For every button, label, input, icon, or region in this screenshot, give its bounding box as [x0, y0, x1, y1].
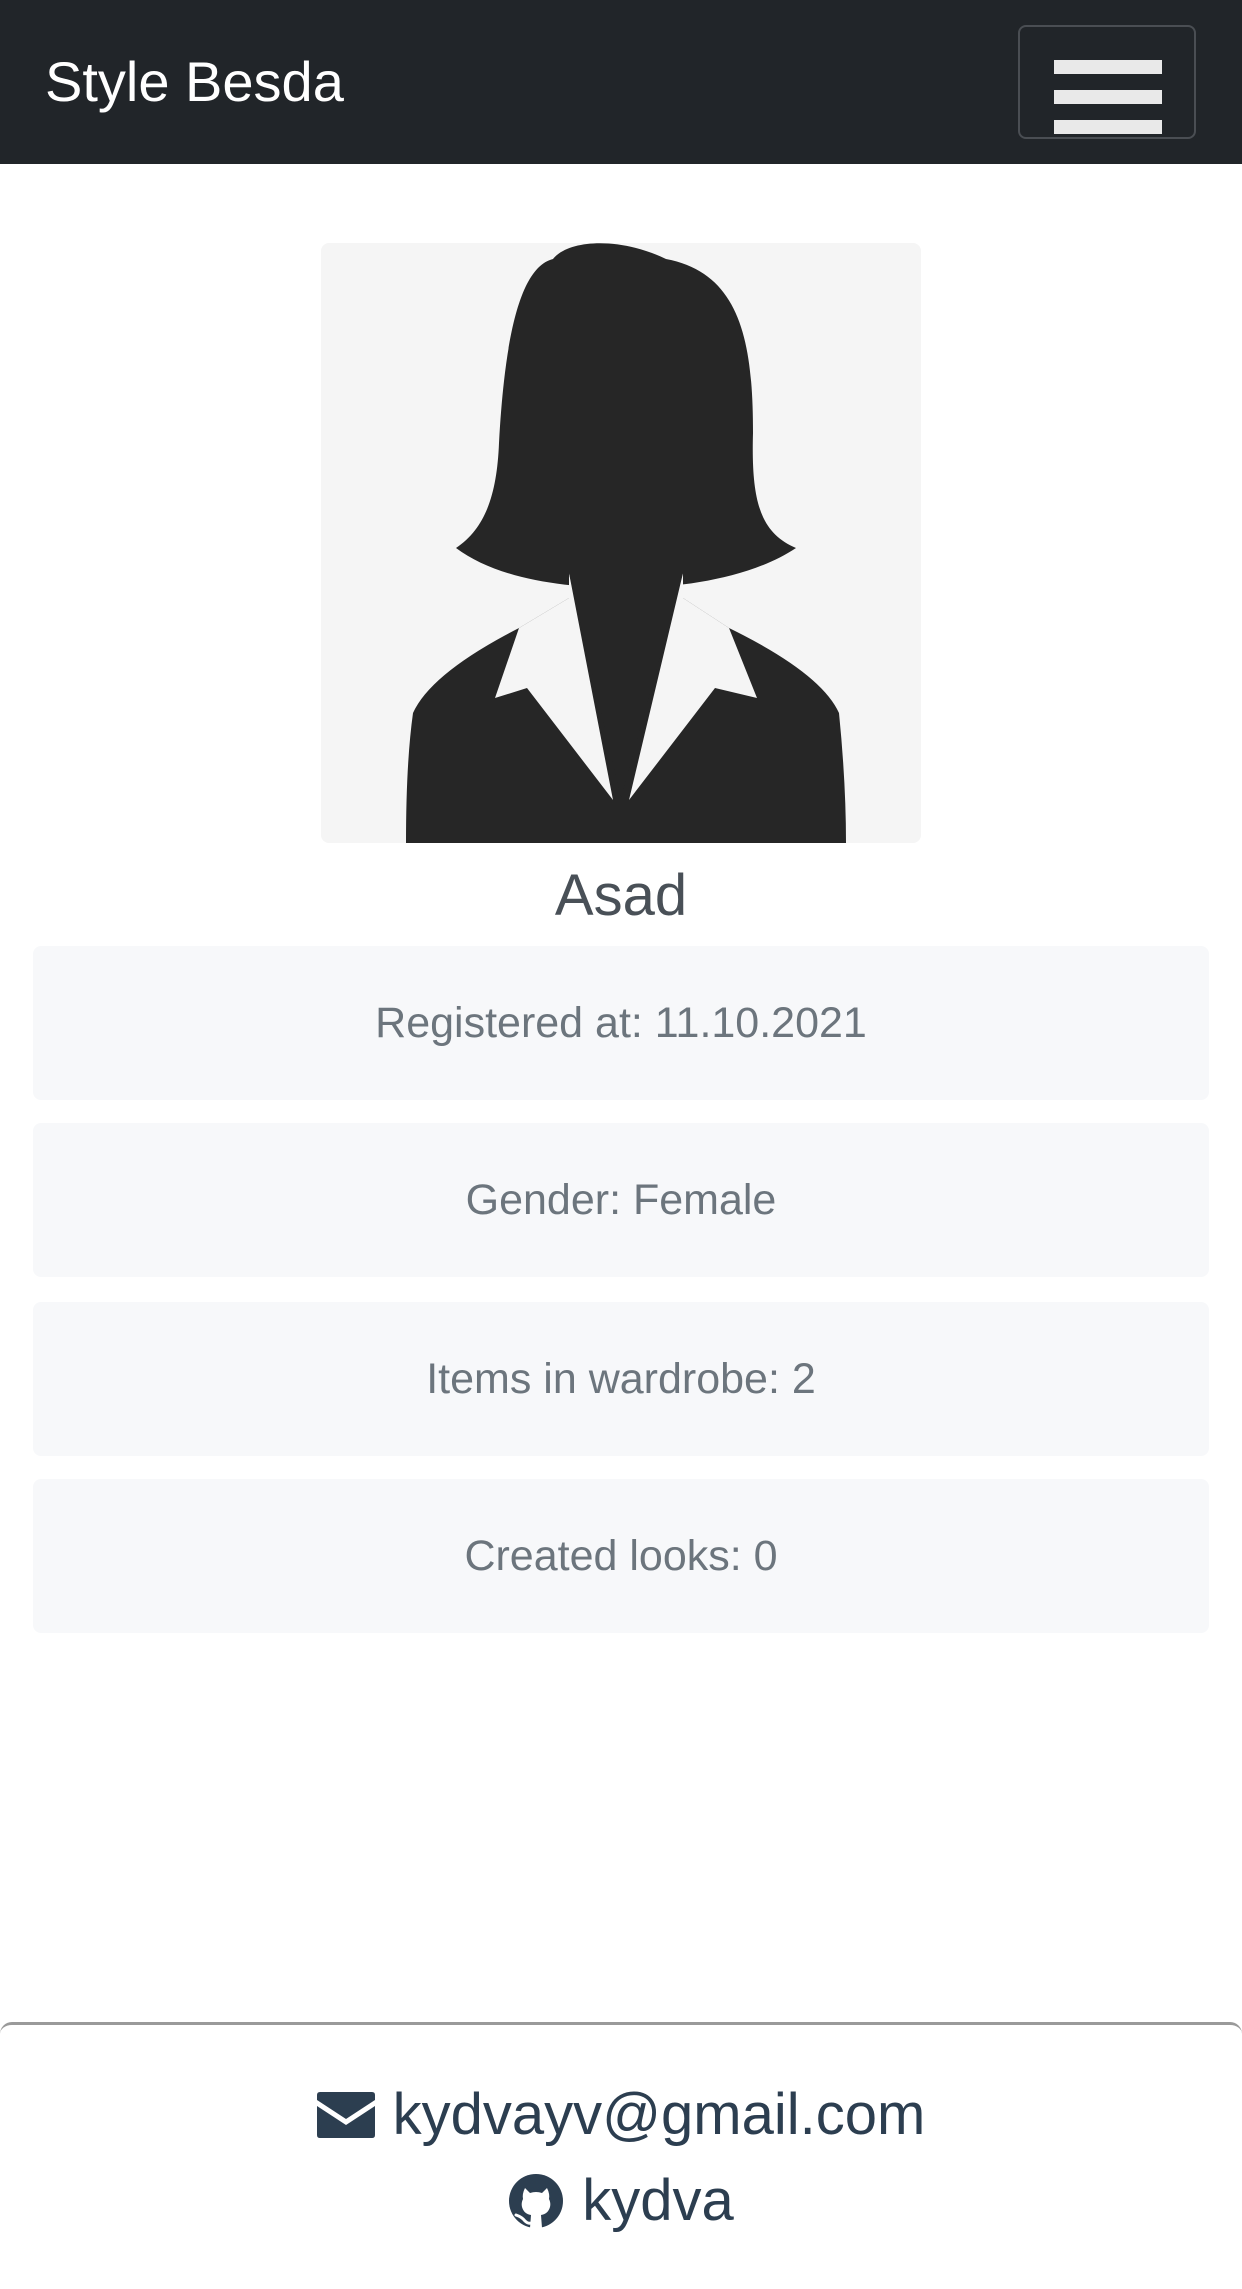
gender-text: Gender: Female [465, 1175, 777, 1224]
envelope-icon [316, 2092, 375, 2138]
navbar: Style Besda [0, 0, 1242, 164]
registered-text: Registered at: 11.10.2021 [375, 998, 867, 1047]
profile-name: Asad [554, 863, 688, 928]
github-link[interactable]: kydva [0, 2167, 1242, 2235]
registered-card: Registered at: 11.10.2021 [33, 946, 1209, 1100]
email-text: kydvayv@gmail.com [392, 2082, 926, 2147]
menu-toggle-button[interactable] [1018, 25, 1196, 139]
wardrobe-card: Items in wardrobe: 2 [33, 1302, 1209, 1456]
wardrobe-items-text: Items in wardrobe: 2 [426, 1354, 816, 1403]
email-link[interactable]: kydvayv@gmail.com [0, 2081, 1242, 2149]
github-icon [509, 2174, 564, 2228]
gender-card: Gender: Female [33, 1123, 1209, 1277]
created-looks-text: Created looks: 0 [464, 1531, 778, 1580]
github-text: kydva [582, 2168, 734, 2233]
female-user-silhouette-icon [406, 243, 846, 843]
profile-avatar [321, 243, 921, 843]
brand-link[interactable]: Style Besda [45, 50, 344, 114]
footer: kydvayv@gmail.com kydva [0, 2022, 1242, 2289]
looks-card: Created looks: 0 [33, 1479, 1209, 1633]
